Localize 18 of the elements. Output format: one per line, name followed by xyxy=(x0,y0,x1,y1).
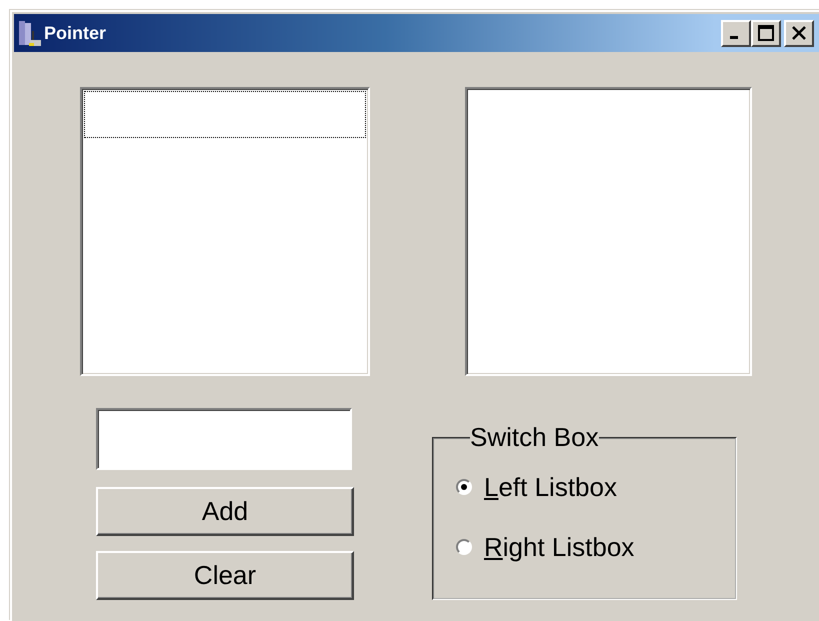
add-button[interactable]: Add xyxy=(96,487,354,536)
close-button[interactable] xyxy=(784,20,814,46)
radio-label[interactable]: Left Listbox xyxy=(484,472,617,502)
maximize-icon xyxy=(758,25,774,41)
group-title: Switch Box xyxy=(470,422,599,453)
list-box[interactable] xyxy=(465,87,752,376)
maximize-button[interactable] xyxy=(751,20,781,46)
app-icon xyxy=(18,19,42,47)
minimize-button[interactable] xyxy=(721,20,751,46)
radio-label[interactable]: Right Listbox xyxy=(484,532,634,562)
radio-button[interactable] xyxy=(456,479,472,495)
list-box[interactable] xyxy=(80,87,370,376)
window-title: Pointer xyxy=(44,22,108,44)
radio-button[interactable] xyxy=(456,539,472,555)
close-icon xyxy=(791,25,807,41)
minimize-icon xyxy=(730,36,738,39)
text-field[interactable] xyxy=(96,408,352,470)
clear-button[interactable]: Clear xyxy=(96,551,354,600)
